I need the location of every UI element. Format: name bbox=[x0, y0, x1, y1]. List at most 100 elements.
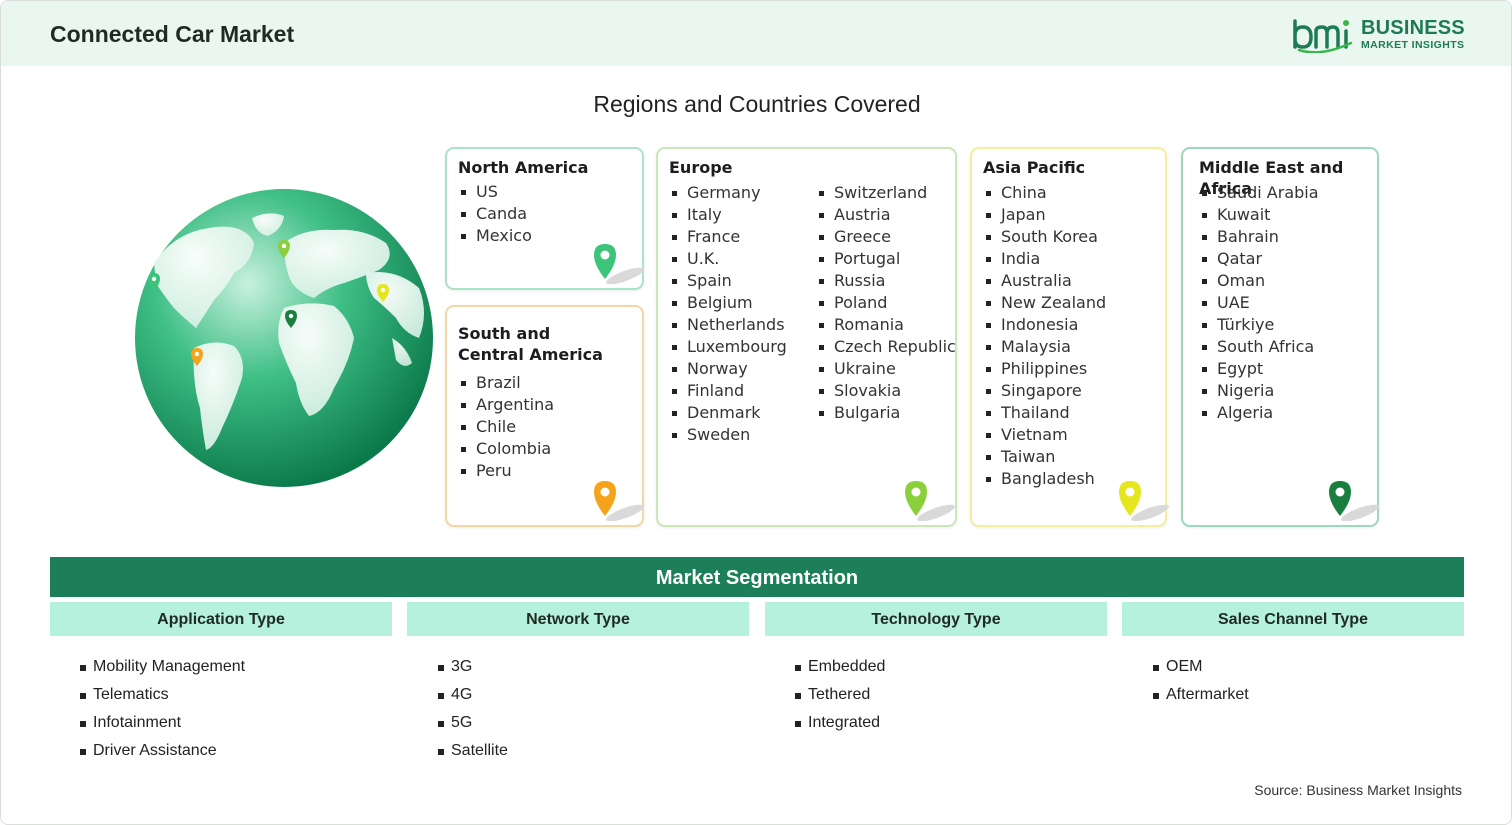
list-item: Bahrain bbox=[1199, 226, 1319, 248]
source-note: Source: Business Market Insights bbox=[1254, 782, 1462, 798]
list-item: 4G bbox=[438, 681, 508, 709]
list-item: UAE bbox=[1199, 292, 1319, 314]
list-item: Switzerland bbox=[816, 182, 956, 204]
header-bar: Connected Car Market BUSINESS MARKET INS… bbox=[1, 1, 1511, 66]
map-pin-icon bbox=[905, 481, 955, 521]
list-item: Russia bbox=[816, 270, 956, 292]
list-item: Germany bbox=[669, 182, 787, 204]
region-title: South and Central America bbox=[458, 323, 603, 365]
map-pin-icon bbox=[1119, 481, 1169, 521]
list-item: Slovakia bbox=[816, 380, 956, 402]
list-item: New Zealand bbox=[983, 292, 1106, 314]
segment-header-application-type: Application Type bbox=[50, 602, 392, 636]
list-item: Indonesia bbox=[983, 314, 1106, 336]
segmentation-title: Market Segmentation bbox=[50, 557, 1464, 597]
region-title-line1: South and bbox=[458, 324, 551, 343]
list-item: Colombia bbox=[458, 438, 554, 460]
list-item: Czech Republic bbox=[816, 336, 956, 358]
list-item: Egypt bbox=[1199, 358, 1319, 380]
list-item: Qatar bbox=[1199, 248, 1319, 270]
list-item: Singapore bbox=[983, 380, 1106, 402]
map-pin-icon bbox=[1329, 481, 1379, 521]
list-item: Belgium bbox=[669, 292, 787, 314]
country-list-col1: Germany Italy France U.K. Spain Belgium … bbox=[669, 182, 787, 446]
list-item: Peru bbox=[458, 460, 554, 482]
page-title: Connected Car Market bbox=[50, 21, 295, 47]
region-title-line2: Central America bbox=[458, 345, 603, 364]
infographic: Connected Car Market BUSINESS MARKET INS… bbox=[0, 0, 1512, 825]
regions-title: Regions and Countries Covered bbox=[593, 91, 921, 117]
list-item: Sweden bbox=[669, 424, 787, 446]
list-item: Greece bbox=[816, 226, 956, 248]
list-item: Argentina bbox=[458, 394, 554, 416]
region-card-south-central-america: South and Central America Brazil Argenti… bbox=[445, 305, 644, 527]
list-item: Tethered bbox=[795, 681, 885, 709]
bmi-logo-icon bbox=[1293, 19, 1353, 53]
list-item: Brazil bbox=[458, 372, 554, 394]
country-list: Brazil Argentina Chile Colombia Peru bbox=[458, 372, 554, 482]
list-item: Australia bbox=[983, 270, 1106, 292]
list-item: Infotainment bbox=[80, 709, 245, 737]
segment-list-sales-channel-type: OEM Aftermarket bbox=[1153, 653, 1249, 709]
list-item: Thailand bbox=[983, 402, 1106, 424]
region-card-north-america: North America US Canda Mexico bbox=[445, 147, 644, 290]
country-list: US Canda Mexico bbox=[458, 181, 532, 247]
region-card-europe: Europe Germany Italy France U.K. Spain B… bbox=[656, 147, 957, 527]
logo-tagline: MARKET INSIGHTS bbox=[1361, 39, 1465, 51]
list-item: Portugal bbox=[816, 248, 956, 270]
country-list: China Japan South Korea India Australia … bbox=[983, 182, 1106, 490]
list-item: U.K. bbox=[669, 248, 787, 270]
list-item: Malaysia bbox=[983, 336, 1106, 358]
list-item: Denmark bbox=[669, 402, 787, 424]
list-item: Netherlands bbox=[669, 314, 787, 336]
list-item: Saudi Arabia bbox=[1199, 182, 1319, 204]
list-item: Mobility Management bbox=[80, 653, 245, 681]
list-item: Türkiye bbox=[1199, 314, 1319, 336]
list-item: Chile bbox=[458, 416, 554, 438]
brand-logo: BUSINESS MARKET INSIGHTS bbox=[1291, 17, 1471, 53]
list-item: Japan bbox=[983, 204, 1106, 226]
list-item: Mexico bbox=[458, 225, 532, 247]
list-item: Embedded bbox=[795, 653, 885, 681]
list-item: Algeria bbox=[1199, 402, 1319, 424]
list-item: Oman bbox=[1199, 270, 1319, 292]
country-list-col2: Switzerland Austria Greece Portugal Russ… bbox=[816, 182, 956, 424]
region-title: North America bbox=[458, 158, 589, 177]
list-item: Poland bbox=[816, 292, 956, 314]
list-item: Italy bbox=[669, 204, 787, 226]
list-item: Luxembourg bbox=[669, 336, 787, 358]
list-item: Integrated bbox=[795, 709, 885, 737]
list-item: Finland bbox=[669, 380, 787, 402]
list-item: India bbox=[983, 248, 1106, 270]
list-item: Romania bbox=[816, 314, 956, 336]
list-item: Austria bbox=[816, 204, 956, 226]
list-item: 5G bbox=[438, 709, 508, 737]
list-item: Bangladesh bbox=[983, 468, 1106, 490]
segment-header-technology-type: Technology Type bbox=[765, 602, 1107, 636]
region-card-middle-east-africa: Middle East and Africa Saudi Arabia Kuwa… bbox=[1181, 147, 1379, 527]
region-title: Asia Pacific bbox=[983, 158, 1086, 177]
region-card-asia-pacific: Asia Pacific China Japan South Korea Ind… bbox=[970, 147, 1169, 527]
list-item: US bbox=[458, 181, 532, 203]
segment-list-network-type: 3G 4G 5G Satellite bbox=[438, 653, 508, 765]
map-pin-icon bbox=[594, 481, 644, 521]
list-item: Spain bbox=[669, 270, 787, 292]
list-item: OEM bbox=[1153, 653, 1249, 681]
list-item: Kuwait bbox=[1199, 204, 1319, 226]
list-item: France bbox=[669, 226, 787, 248]
list-item: 3G bbox=[438, 653, 508, 681]
list-item: Driver Assistance bbox=[80, 737, 245, 765]
region-title: Europe bbox=[669, 158, 733, 177]
list-item: Nigeria bbox=[1199, 380, 1319, 402]
list-item: Aftermarket bbox=[1153, 681, 1249, 709]
country-list: Saudi Arabia Kuwait Bahrain Qatar Oman U… bbox=[1199, 182, 1319, 424]
list-item: Telematics bbox=[80, 681, 245, 709]
list-item: Philippines bbox=[983, 358, 1106, 380]
segment-header-sales-channel-type: Sales Channel Type bbox=[1122, 602, 1464, 636]
globe-illustration bbox=[134, 188, 434, 488]
segment-list-application-type: Mobility Management Telematics Infotainm… bbox=[80, 653, 245, 765]
list-item: South Africa bbox=[1199, 336, 1319, 358]
list-item: Canda bbox=[458, 203, 532, 225]
list-item: Satellite bbox=[438, 737, 508, 765]
list-item: Bulgaria bbox=[816, 402, 956, 424]
